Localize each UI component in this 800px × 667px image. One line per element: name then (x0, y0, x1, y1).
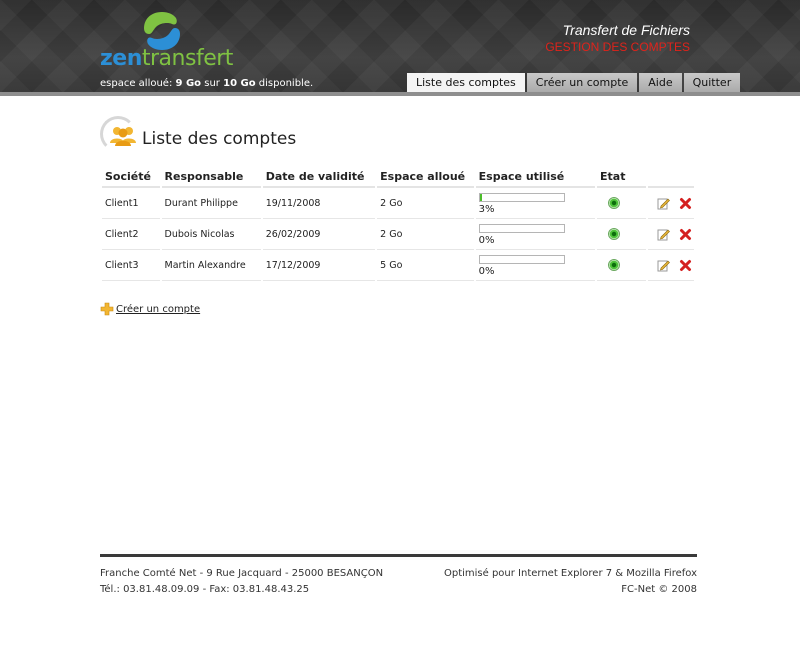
col-header-actions (647, 166, 694, 188)
app-tagline: Transfert de Fichiers (562, 22, 690, 38)
tab-quitter[interactable]: Quitter (683, 73, 741, 93)
status-active-icon[interactable] (608, 197, 621, 209)
edit-icon[interactable] (657, 197, 670, 210)
tab-aide[interactable]: Aide (639, 73, 682, 93)
col-header-societe: Société (102, 166, 160, 188)
cell-etat (597, 250, 646, 281)
usage-percent: 3% (478, 204, 495, 215)
create-account-link[interactable]: Créer un compte (100, 302, 200, 316)
logo[interactable]: zentransfert (100, 10, 233, 71)
footer-browser-note: Optimisé pour Internet Explorer 7 & Mozi… (443, 568, 697, 579)
users-group-icon (110, 127, 136, 146)
usage-percent: 0% (478, 266, 495, 277)
cell-societe: Client2 (102, 219, 160, 250)
footer-copyright: FC-Net © 2008 (621, 584, 697, 595)
col-header-etat: Etat (597, 166, 646, 188)
cell-espace-alloue: 2 Go (377, 219, 474, 250)
status-active-icon[interactable] (608, 228, 621, 240)
delete-icon[interactable] (679, 259, 692, 272)
table-row: Client3 Martin Alexandre 17/12/2009 5 Go… (102, 250, 694, 281)
footer-info: Optimisé pour Internet Explorer 7 & Mozi… (444, 566, 697, 598)
usage-progress-bar (478, 193, 565, 202)
space-info-prefix: espace alloué: (100, 78, 173, 89)
cell-etat (597, 188, 646, 219)
cell-date: 17/12/2009 (262, 250, 376, 281)
footer-phone-fax: Tél.: 03.81.48.09.09 - Fax: 03.81.48.43.… (100, 584, 310, 595)
cell-etat (597, 219, 646, 250)
table-row: Client2 Dubois Nicolas 26/02/2009 2 Go 0… (102, 219, 694, 250)
space-info: espace alloué: 9 Go sur 10 Go disponible… (100, 78, 313, 89)
space-total: 10 Go (223, 78, 256, 89)
accounts-table: Société Responsable Date de validité Esp… (100, 166, 696, 281)
usage-progress-bar (478, 255, 565, 264)
cell-actions (647, 250, 694, 281)
usage-progress-fill (479, 194, 483, 201)
usage-percent: 0% (478, 235, 495, 246)
footer-contact: Franche Comté Net - 9 Rue Jacquard - 250… (100, 566, 383, 598)
col-header-espace-alloue: Espace alloué (377, 166, 474, 188)
cell-societe: Client1 (102, 188, 160, 219)
table-row: Client1 Durant Philippe 19/11/2008 2 Go … (102, 188, 694, 219)
main-nav-tabs: Liste des comptes Créer un compte Aide Q… (407, 73, 742, 93)
cell-responsable: Dubois Nicolas (161, 219, 261, 250)
cell-espace-utilise: 0% (475, 250, 596, 281)
cell-espace-alloue: 2 Go (377, 188, 474, 219)
plus-icon (100, 302, 114, 316)
col-header-responsable: Responsable (161, 166, 261, 188)
footer-address: Franche Comté Net - 9 Rue Jacquard - 250… (100, 568, 384, 579)
cell-societe: Client3 (102, 250, 160, 281)
tab-liste-des-comptes[interactable]: Liste des comptes (407, 73, 525, 93)
cell-date: 19/11/2008 (262, 188, 376, 219)
logo-text-transfert: transfert (141, 46, 234, 71)
cell-espace-alloue: 5 Go (377, 250, 474, 281)
status-active-icon[interactable] (608, 259, 621, 271)
usage-progress-bar (478, 224, 565, 233)
header-bottom-bar (0, 92, 800, 96)
edit-icon[interactable] (657, 259, 670, 272)
create-account-label[interactable]: Créer un compte (116, 304, 200, 315)
tab-creer-un-compte[interactable]: Créer un compte (526, 73, 638, 93)
space-info-middle: sur (204, 78, 220, 89)
section-subtitle: GESTION DES COMPTES (545, 40, 690, 54)
col-header-espace-utilise: Espace utilisé (475, 166, 596, 188)
cell-responsable: Martin Alexandre (161, 250, 261, 281)
page-title: Liste des comptes (142, 129, 297, 149)
delete-icon[interactable] (679, 197, 692, 210)
logo-text-zen: zen (100, 46, 142, 71)
cell-espace-utilise: 3% (475, 188, 596, 219)
cell-responsable: Durant Philippe (161, 188, 261, 219)
cell-espace-utilise: 0% (475, 219, 596, 250)
cell-actions (647, 188, 694, 219)
cell-date: 26/02/2009 (262, 219, 376, 250)
edit-icon[interactable] (657, 228, 670, 241)
cell-actions (647, 219, 694, 250)
footer-divider (100, 554, 697, 557)
space-info-suffix: disponible. (258, 78, 314, 89)
delete-icon[interactable] (679, 228, 692, 241)
space-used: 9 Go (175, 78, 202, 89)
table-header-row: Société Responsable Date de validité Esp… (102, 166, 694, 188)
col-header-date: Date de validité (262, 166, 376, 188)
header: zentransfert espace alloué: 9 Go sur 10 … (0, 0, 800, 96)
logo-wordmark: zentransfert (100, 46, 233, 71)
